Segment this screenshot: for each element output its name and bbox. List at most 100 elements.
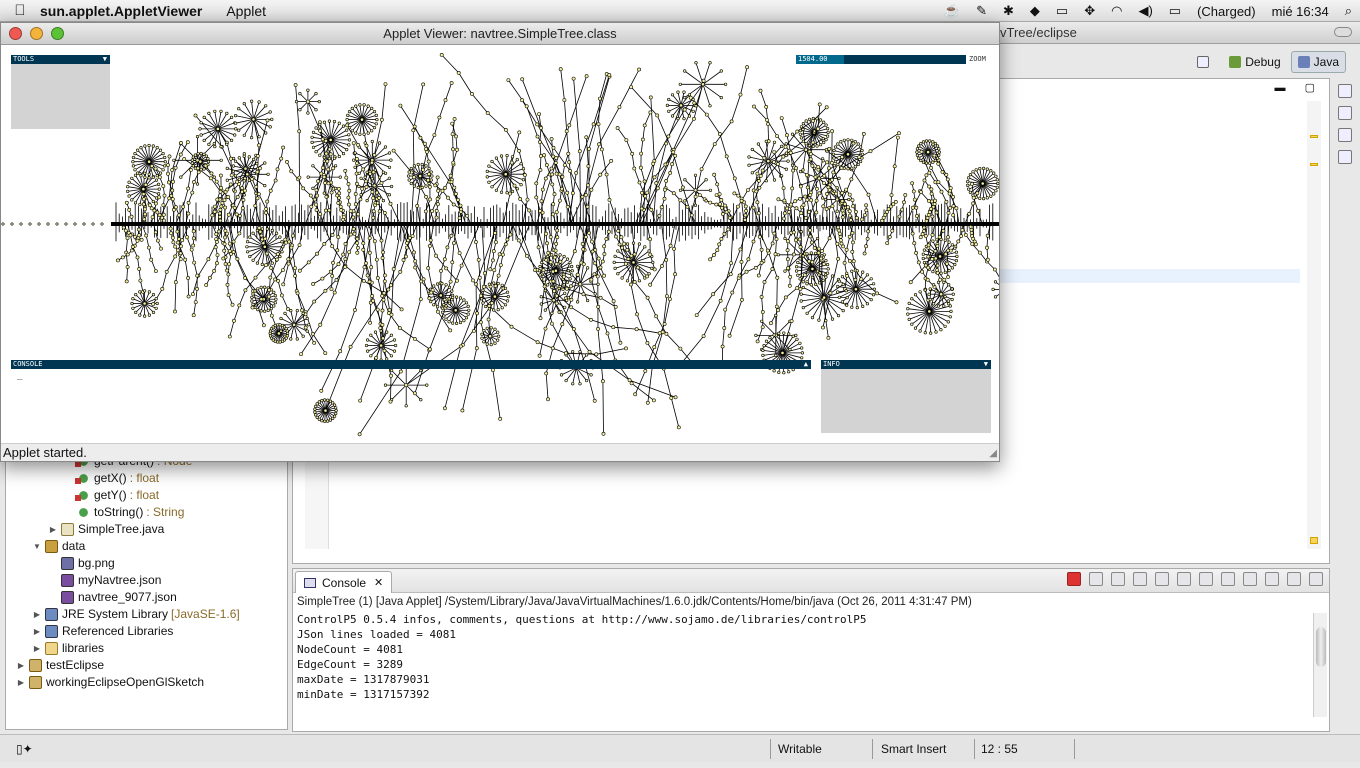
tree-node[interactable] xyxy=(906,312,910,316)
tree-node[interactable] xyxy=(539,154,543,158)
tree-node[interactable] xyxy=(551,145,556,150)
tree-node[interactable] xyxy=(139,237,144,242)
tree-node[interactable] xyxy=(207,111,211,115)
tree-node[interactable] xyxy=(389,158,393,162)
tree-node[interactable] xyxy=(795,285,800,290)
tree-node[interactable] xyxy=(923,263,928,268)
tree-node[interactable] xyxy=(125,265,130,269)
tree-node[interactable] xyxy=(880,218,885,223)
tree-node[interactable] xyxy=(953,262,957,267)
tree-node[interactable] xyxy=(213,109,217,113)
tree-node[interactable] xyxy=(651,260,655,264)
tree-node[interactable] xyxy=(824,319,828,323)
tree-node[interactable] xyxy=(793,199,798,204)
tree-node[interactable] xyxy=(625,242,630,246)
tree-node[interactable] xyxy=(154,297,158,301)
tree-node[interactable] xyxy=(810,260,815,265)
tree-node[interactable] xyxy=(372,125,377,130)
tree-node[interactable] xyxy=(555,235,560,240)
tree-node[interactable] xyxy=(565,257,570,261)
tree-node[interactable] xyxy=(383,82,388,87)
tree-node[interactable] xyxy=(185,235,189,240)
tree-node[interactable] xyxy=(565,190,570,195)
tree-node[interactable] xyxy=(551,279,556,284)
tree-node[interactable] xyxy=(846,138,850,142)
tree-node[interactable] xyxy=(922,248,927,252)
tree-node[interactable] xyxy=(863,213,867,218)
tree-node[interactable] xyxy=(663,162,668,167)
tree-node[interactable] xyxy=(850,138,854,142)
tree-node[interactable] xyxy=(265,199,270,204)
tree-node[interactable] xyxy=(664,178,669,183)
tree-node[interactable] xyxy=(358,398,363,403)
tree-node[interactable] xyxy=(810,163,815,168)
tree-node[interactable] xyxy=(404,383,409,388)
tree-node[interactable] xyxy=(860,148,864,153)
tree-node[interactable] xyxy=(798,287,803,291)
tree-item[interactable]: getX(): float xyxy=(64,470,159,487)
tree-node[interactable] xyxy=(131,160,135,164)
tree-node[interactable] xyxy=(743,213,748,218)
tree-node[interactable] xyxy=(280,240,284,244)
tree-node[interactable] xyxy=(791,334,795,338)
tree-node[interactable] xyxy=(598,295,603,300)
tree-node[interactable] xyxy=(974,168,978,172)
tree-node[interactable] xyxy=(336,235,341,240)
display-icon[interactable]: ▭ xyxy=(1056,3,1068,19)
tree-node[interactable] xyxy=(186,294,191,299)
tree-node[interactable] xyxy=(550,285,554,290)
tree-node[interactable] xyxy=(260,227,264,231)
tree-node[interactable] xyxy=(854,287,858,292)
tree-node[interactable] xyxy=(480,297,484,301)
tree-node[interactable] xyxy=(554,285,558,289)
tree-node[interactable] xyxy=(836,314,841,318)
tree-node[interactable] xyxy=(921,160,926,164)
tree-node[interactable] xyxy=(153,230,158,235)
tree-node[interactable] xyxy=(804,147,808,152)
tree-node[interactable] xyxy=(724,210,729,215)
tree-node[interactable] xyxy=(848,259,852,263)
tree-node[interactable] xyxy=(604,237,609,241)
tree-node[interactable] xyxy=(934,210,939,215)
tree-node[interactable] xyxy=(359,176,363,180)
tree-node[interactable] xyxy=(352,231,357,236)
tree-node[interactable] xyxy=(462,319,466,323)
tree-node[interactable] xyxy=(976,208,980,213)
tree-node[interactable] xyxy=(831,170,836,175)
tree-node[interactable] xyxy=(480,332,484,336)
tree-node[interactable] xyxy=(782,216,786,221)
tree-node[interactable] xyxy=(813,282,818,286)
tree-node[interactable] xyxy=(343,257,348,261)
tree-node[interactable] xyxy=(729,261,734,266)
tree-node[interactable] xyxy=(337,121,341,125)
tree-node[interactable] xyxy=(822,173,827,178)
tree-node[interactable] xyxy=(862,251,867,256)
tree-node[interactable] xyxy=(121,225,126,230)
tree-node[interactable] xyxy=(240,206,245,211)
tree-node[interactable] xyxy=(346,182,351,186)
tree-node[interactable] xyxy=(859,277,864,282)
tree-node[interactable] xyxy=(297,129,302,134)
tree-node[interactable] xyxy=(823,197,828,202)
tree-node[interactable] xyxy=(322,159,326,163)
tree-node[interactable] xyxy=(379,181,384,185)
tree-node[interactable] xyxy=(173,205,178,210)
tree-node[interactable] xyxy=(853,140,857,144)
tree-node[interactable] xyxy=(73,222,77,226)
zoom-window-button[interactable] xyxy=(51,27,64,40)
tree-node[interactable] xyxy=(214,179,219,184)
tree-node[interactable] xyxy=(147,159,152,164)
tree-node[interactable] xyxy=(381,250,386,255)
tree-node[interactable] xyxy=(458,344,463,349)
tree-node[interactable] xyxy=(358,103,362,107)
tree-node[interactable] xyxy=(158,148,163,152)
tree-node[interactable] xyxy=(926,150,931,155)
tree-node[interactable] xyxy=(435,196,440,201)
tree-node[interactable] xyxy=(273,301,277,305)
tree-node[interactable] xyxy=(305,329,309,333)
tree-node[interactable] xyxy=(565,204,570,209)
tree-node[interactable] xyxy=(946,210,951,215)
tree-node[interactable] xyxy=(554,210,559,215)
apple-menu-icon[interactable]:  xyxy=(0,2,40,19)
tree-node[interactable] xyxy=(848,218,853,222)
